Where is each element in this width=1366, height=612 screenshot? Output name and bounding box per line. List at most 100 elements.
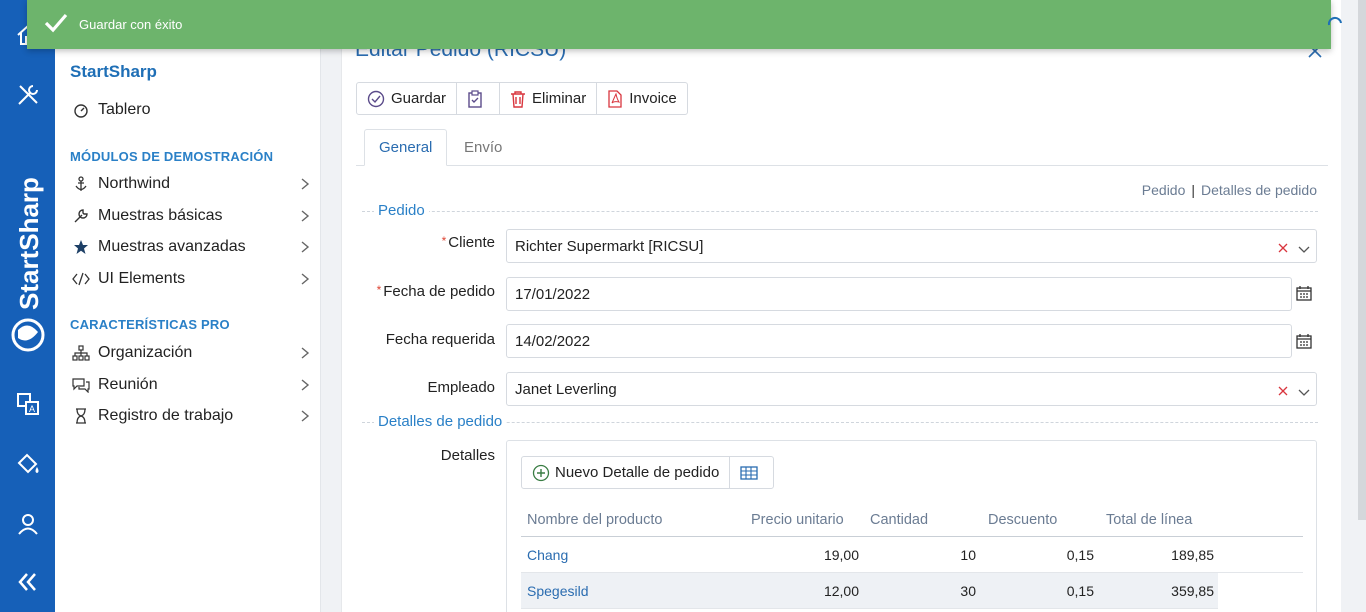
details-grid: Nombre del producto Precio unitario Cant…	[521, 503, 1303, 609]
table-icon	[740, 465, 758, 480]
sidebar-item-label: Northwind	[98, 175, 171, 192]
save-button-label: Guardar	[391, 90, 447, 107]
success-toast[interactable]: Guardar con éxito	[27, 0, 1331, 49]
sidebar-item-label: Reunión	[98, 376, 158, 393]
user-icon[interactable]	[0, 504, 55, 544]
apply-changes-button[interactable]	[457, 83, 501, 114]
save-button[interactable]: Guardar	[357, 83, 458, 114]
gauge-icon	[70, 101, 92, 119]
sidebar-item-dashboard[interactable]: Tablero	[70, 96, 310, 124]
check-icon	[43, 11, 69, 38]
page-scrollbar[interactable]	[1358, 0, 1366, 520]
sidebar-item-northwind[interactable]: Northwind	[70, 170, 310, 198]
chevron-down-icon[interactable]	[1298, 241, 1310, 258]
section-title-pro: CARACTERÍSTICAS PRO	[70, 317, 230, 332]
column-header[interactable]: Nombre del producto	[527, 503, 662, 536]
grid-header: Nombre del producto Precio unitario Cant…	[521, 503, 1303, 537]
table-row[interactable]: Spegesild 12,00 30 0,15 359,85	[521, 573, 1218, 609]
employee-value: Janet Leverling	[515, 380, 617, 398]
sidebar-item-meeting[interactable]: Reunión	[70, 371, 310, 399]
customer-label: * Cliente	[441, 234, 495, 251]
chevron-down-icon[interactable]	[1298, 384, 1310, 401]
star-icon	[70, 238, 92, 256]
employee-label: Empleado	[427, 379, 495, 396]
invoice-button[interactable]: Invoice	[597, 83, 687, 114]
order-date-input[interactable]: 17/01/2022	[506, 277, 1292, 311]
discount: 0,15	[1066, 546, 1094, 563]
sidebar-item-label: Muestras avanzadas	[98, 238, 246, 255]
chevron-right-icon	[300, 378, 310, 397]
category-order-title: Pedido	[374, 202, 429, 219]
calendar-icon[interactable]	[1296, 333, 1312, 354]
dialog-tabs: General Envío	[356, 129, 1328, 166]
discount: 0,15	[1066, 582, 1094, 599]
chevron-right-icon	[300, 177, 310, 196]
sidebar-item-work-log[interactable]: Registro de trabajo	[70, 402, 310, 430]
link-separator: |	[1191, 182, 1196, 198]
anchor-icon	[70, 175, 92, 193]
sidebar-item-organization[interactable]: Organización	[70, 339, 310, 367]
category-order-details: Detalles de pedido	[362, 413, 1318, 431]
required-mark: *	[376, 283, 382, 297]
order-date-value: 17/01/2022	[515, 285, 591, 303]
sidebar-item-label: Organización	[98, 344, 193, 361]
code-icon	[70, 270, 92, 288]
tools-icon[interactable]	[0, 75, 55, 115]
required-date-label: Fecha requerida	[385, 331, 495, 348]
link-order[interactable]: Pedido	[1142, 182, 1186, 198]
required-mark: *	[441, 234, 447, 248]
required-date-input[interactable]: 14/02/2022	[506, 324, 1292, 358]
paint-bucket-icon[interactable]	[0, 444, 55, 484]
order-details-editor: Nuevo Detalle de pedido Nombre del produ…	[506, 440, 1317, 612]
column-header[interactable]: Total de línea	[1106, 503, 1192, 536]
invoice-button-label: Invoice	[629, 90, 677, 107]
new-detail-button[interactable]: Nuevo Detalle de pedido	[522, 457, 731, 488]
clear-icon[interactable]	[1278, 240, 1288, 257]
sidebar-item-advanced-samples[interactable]: Muestras avanzadas	[70, 233, 310, 261]
toast-message: Guardar con éxito	[79, 17, 183, 32]
sidebar-item-ui-elements[interactable]: UI Elements	[70, 265, 310, 293]
wrench-icon	[70, 207, 92, 225]
sidebar: StartSharp Tablero MÓDULOS DE DEMOSTRACI…	[55, 0, 321, 612]
tab-shipping[interactable]: Envío	[450, 129, 516, 166]
clear-icon[interactable]	[1278, 383, 1288, 400]
app-title: StartSharp	[70, 62, 157, 81]
pdf-icon	[608, 89, 622, 108]
product-link[interactable]: Spegesild	[527, 573, 589, 608]
column-header[interactable]: Descuento	[988, 503, 1057, 536]
table-row[interactable]: Chang 19,00 10 0,15 189,85	[521, 537, 1303, 573]
delete-button-label: Eliminar	[532, 90, 587, 107]
category-details-title: Detalles de pedido	[374, 413, 507, 430]
sidebar-item-label: Muestras básicas	[98, 207, 223, 224]
unit-price: 19,00	[823, 546, 859, 563]
loading-spinner-icon	[1326, 16, 1344, 39]
translate-icon[interactable]: A	[0, 384, 55, 424]
link-order-details[interactable]: Detalles de pedido	[1201, 182, 1317, 198]
delete-button[interactable]: Eliminar	[500, 83, 598, 114]
svg-text:A: A	[29, 404, 35, 414]
chevron-right-icon	[300, 272, 310, 291]
column-header[interactable]: Cantidad	[870, 503, 928, 536]
customer-value: Richter Supermarkt [RICSU]	[515, 237, 704, 255]
tab-general[interactable]: General	[364, 129, 448, 166]
details-label: Detalles	[440, 447, 495, 464]
chevron-right-icon	[300, 409, 310, 428]
sidebar-item-label: Registro de trabajo	[98, 407, 234, 424]
details-toolbar: Nuevo Detalle de pedido	[521, 456, 775, 489]
collapse-icon[interactable]	[0, 562, 55, 602]
sidebar-item-basic-samples[interactable]: Muestras básicas	[70, 202, 310, 230]
customer-select[interactable]: Richter Supermarkt [RICSU]	[506, 229, 1317, 263]
product-link[interactable]: Chang	[527, 537, 568, 572]
column-picker-button[interactable]	[730, 457, 773, 488]
sidebar-item-label: UI Elements	[98, 270, 186, 287]
quantity: 10	[960, 546, 976, 563]
employee-select[interactable]: Janet Leverling	[506, 372, 1317, 406]
calendar-icon[interactable]	[1296, 285, 1312, 306]
plus-circle-icon	[532, 464, 550, 481]
brand-text: StartSharp	[14, 177, 44, 310]
column-header[interactable]: Precio unitario	[751, 503, 844, 536]
chat-icon	[70, 376, 92, 394]
required-date-value: 14/02/2022	[515, 332, 591, 350]
hourglass-icon	[70, 407, 92, 425]
chevron-right-icon	[300, 240, 310, 259]
